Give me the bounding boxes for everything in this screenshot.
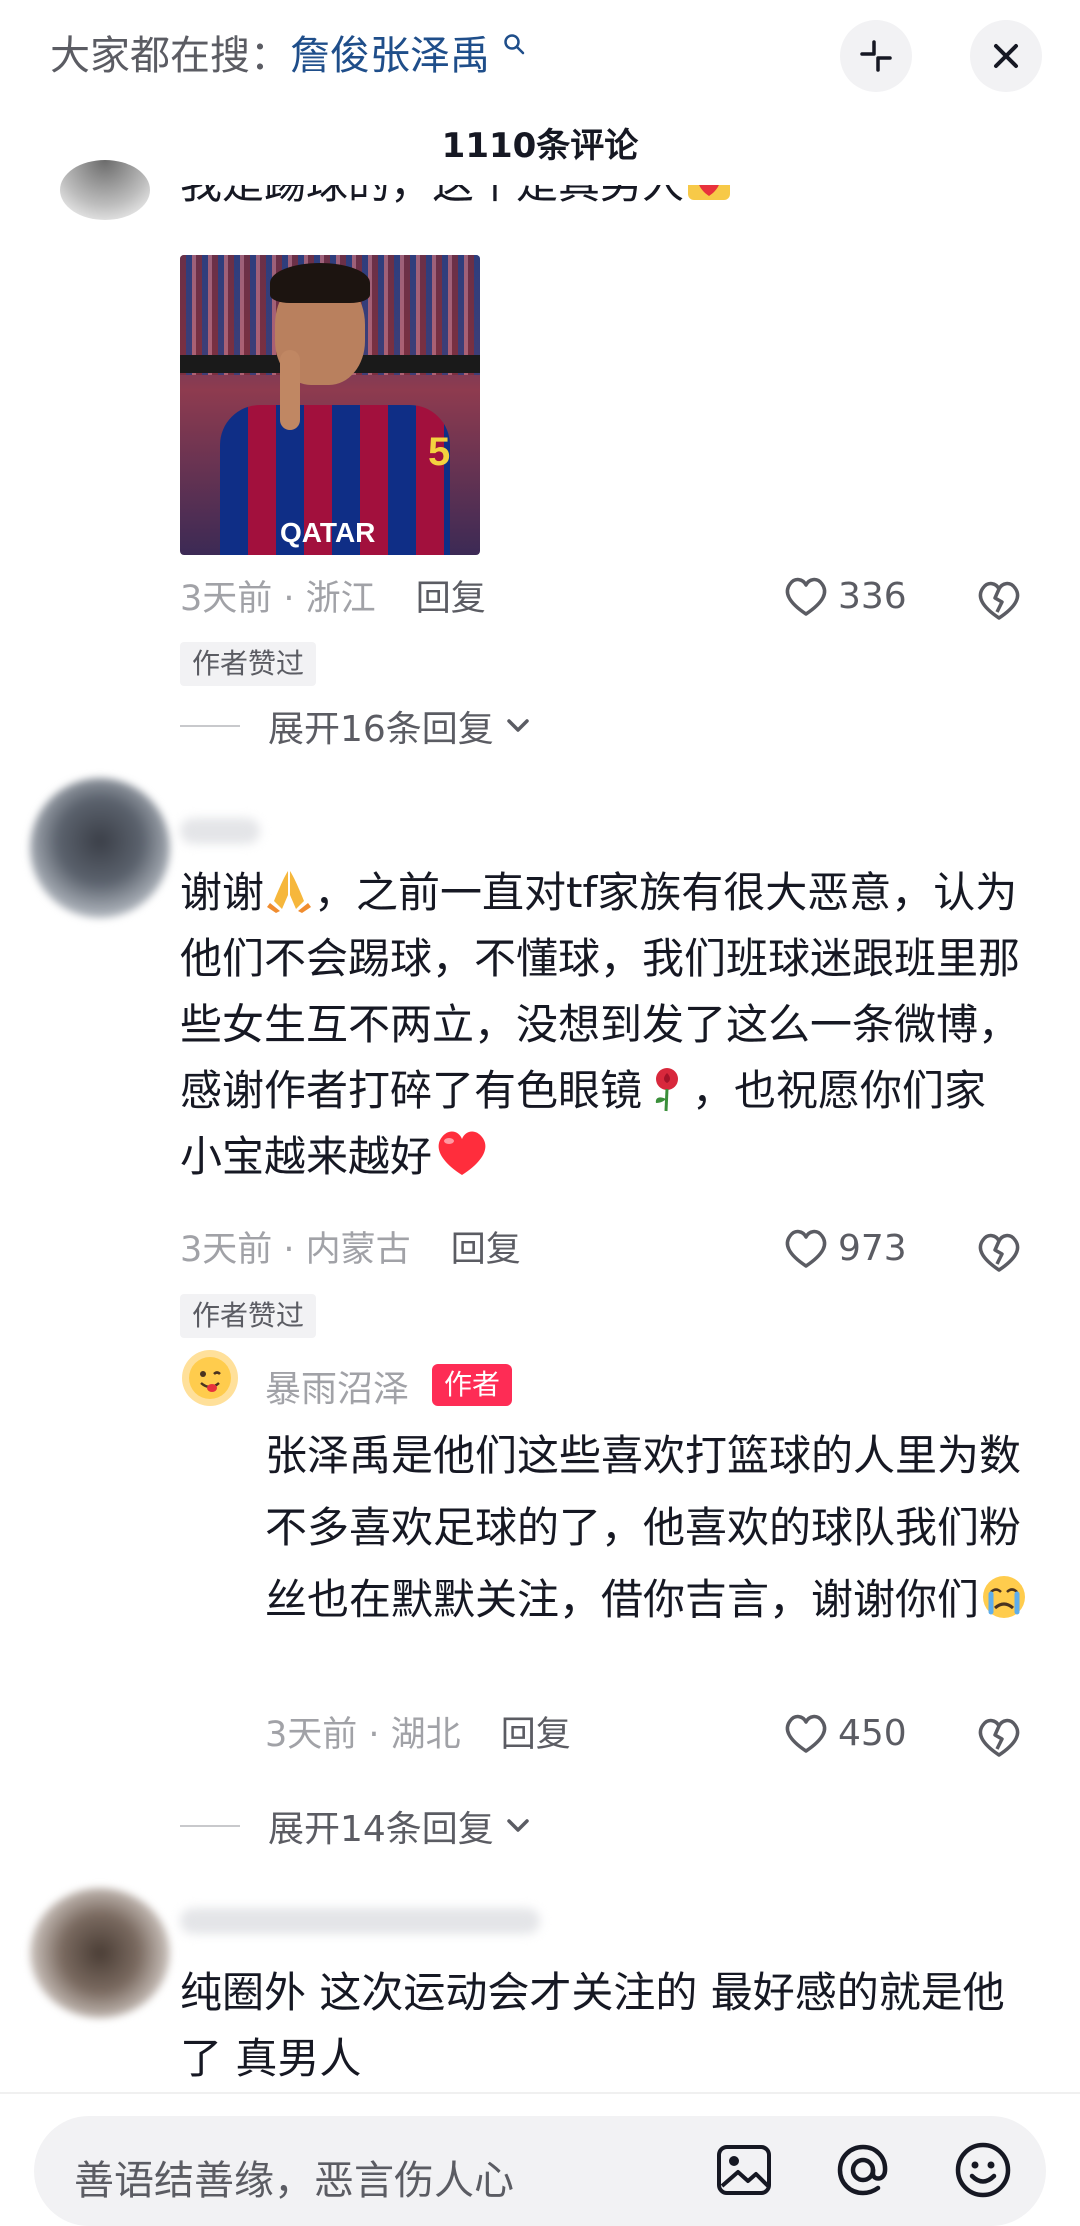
comment-count-title: 1110条评论	[441, 126, 639, 166]
reply-text: 张泽禹是他们这些喜欢打篮球的人里为数不多喜欢足球的了，他喜欢的球队我们粉丝也在默…	[265, 1420, 1045, 1636]
search-icon	[494, 29, 525, 62]
chevron-down-icon	[507, 1819, 529, 1832]
expand-replies-button[interactable]: 展开16条回复	[180, 700, 534, 752]
divider	[180, 725, 240, 727]
broken-heart-icon	[978, 581, 1020, 620]
comment-location: 内蒙古	[305, 1230, 411, 1270]
collapse-icon	[860, 40, 892, 72]
pray-emoji-icon	[264, 868, 314, 917]
comment-input-placeholder[interactable]: 善语结善缘，恶言伤人心	[74, 2148, 514, 2206]
image-button[interactable]	[714, 2140, 774, 2200]
like-count: 450	[838, 1712, 907, 1754]
crying-face-emoji-icon	[979, 1575, 1029, 1624]
collapse-button[interactable]	[840, 20, 912, 92]
like-button[interactable]: 336	[782, 574, 907, 618]
search-keyword-link[interactable]: 詹俊张泽禹	[290, 33, 490, 79]
comment-meta: 3天前 · 内蒙古 回复	[180, 1230, 521, 1270]
reply-location: 湖北	[390, 1715, 461, 1755]
reply-button[interactable]: 回复	[451, 1230, 521, 1270]
expand-replies-button[interactable]: 展开14条回复	[180, 1800, 534, 1852]
like-button[interactable]: 450	[782, 1711, 907, 1755]
heart-emoji-icon	[684, 185, 734, 208]
comment-time: 3天前	[180, 579, 273, 619]
divider	[0, 2092, 1080, 2094]
dislike-button[interactable]	[975, 1715, 1023, 1763]
dislike-button[interactable]	[975, 578, 1023, 626]
divider	[180, 1825, 240, 1827]
author-liked-badge: 作者赞过	[180, 642, 317, 686]
reply-button[interactable]: 回复	[416, 579, 486, 619]
like-button[interactable]: 973	[782, 1226, 907, 1270]
avatar[interactable]	[30, 1888, 170, 2018]
emoji-button[interactable]	[953, 2140, 1013, 2200]
reply-button[interactable]: 回复	[501, 1715, 571, 1755]
shirt-sponsor-text: QATAR	[280, 517, 376, 548]
tongue-face-icon	[189, 1357, 231, 1399]
expand-replies-label: 展开16条回复	[268, 709, 494, 750]
reply-time: 3天前	[265, 1715, 358, 1755]
comment-meta: 3天前 · 浙江 回复	[180, 579, 486, 619]
like-count: 973	[838, 1227, 907, 1269]
comment-text: 纯圈外 这次运动会才关注的 最好感的就是他了 真男人	[180, 1968, 1005, 2083]
rose-emoji-icon	[642, 1066, 692, 1115]
comment-image[interactable]: 5 QATAR	[180, 255, 480, 555]
like-count: 336	[838, 575, 907, 617]
close-icon	[994, 44, 1018, 68]
heart-icon	[785, 1229, 827, 1268]
author-badge: 作者	[432, 1364, 513, 1406]
broken-heart-icon	[978, 1233, 1020, 1272]
comment-location: 浙江	[305, 579, 376, 619]
chevron-down-icon	[507, 719, 529, 732]
comment-text: 谢谢 ，之前一直对tf家族有很大恶意，认为他们不会踢球，不懂球，我们班球迷跟班里那…	[180, 868, 1021, 1181]
heart-icon	[785, 577, 827, 616]
reply-meta: 3天前 · 湖北 回复	[265, 1715, 571, 1755]
avatar[interactable]	[60, 160, 150, 220]
broken-heart-icon	[978, 1718, 1020, 1757]
expand-replies-label: 展开14条回复	[268, 1809, 494, 1850]
red-heart-emoji-icon	[432, 1131, 492, 1181]
heart-icon	[785, 1714, 827, 1753]
comment-text: 我是踢球的，这个是真男人	[180, 185, 734, 225]
emoji-icon	[955, 2142, 1011, 2198]
search-suggestion[interactable]: 大家都在搜：詹俊张泽禹	[50, 28, 525, 88]
comment-time: 3天前	[180, 1230, 273, 1270]
image-icon	[717, 2145, 771, 2195]
username-blurred[interactable]	[180, 818, 260, 844]
author-avatar[interactable]	[182, 1350, 238, 1406]
avatar[interactable]	[30, 778, 170, 918]
username-blurred[interactable]	[180, 1908, 540, 1934]
author-liked-badge: 作者赞过	[180, 1294, 317, 1338]
at-icon	[837, 2144, 888, 2196]
mention-button[interactable]	[833, 2140, 893, 2200]
close-button[interactable]	[970, 20, 1042, 92]
reply-username[interactable]: 暴雨沼泽	[265, 1360, 409, 1412]
dislike-button[interactable]	[975, 1230, 1023, 1278]
search-prefix: 大家都在搜：	[50, 33, 290, 79]
